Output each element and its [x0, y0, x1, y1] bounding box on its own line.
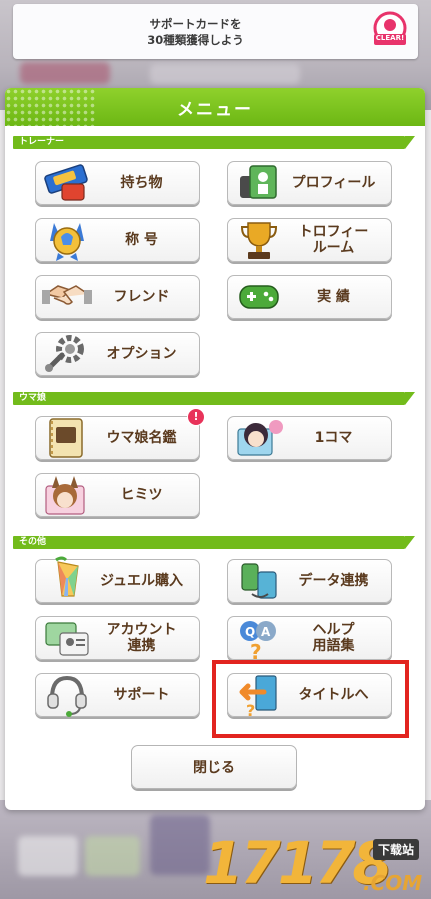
gear-icon [45, 335, 84, 372]
profile-label: プロフィール [291, 175, 376, 191]
account-link-label: アカウント 連携 [106, 622, 177, 654]
help-label: ヘルプ 用語集 [312, 622, 355, 654]
section-header-other: その他 [13, 536, 415, 549]
one-koma-button[interactable]: 1コマ [227, 416, 392, 460]
site-watermark: 17178 下载站 .COM [203, 833, 431, 899]
section-label-trainer: トレーナー [19, 137, 65, 147]
svg-text:?: ? [250, 640, 262, 661]
title-button[interactable]: 称 号 [35, 218, 200, 262]
section-label-uma: ウマ娘 [19, 393, 47, 403]
section-header-uma: ウマ娘 [13, 392, 415, 405]
options-label: オプション [106, 346, 177, 362]
profile-card-icon [240, 165, 277, 199]
one-koma-label: 1コマ [314, 430, 353, 446]
clear-badge-label: CLEAR! [375, 34, 405, 42]
help-qa-icon: Q A ? [240, 621, 276, 661]
friend-button[interactable]: フレンド [35, 275, 200, 319]
close-button[interactable]: 閉じる [131, 745, 297, 789]
handshake-icon [42, 285, 92, 305]
menu-title: メニュー [177, 100, 253, 120]
achievements-button[interactable]: 実 績 [227, 275, 392, 319]
inventory-icon [44, 164, 88, 201]
headset-icon [47, 675, 87, 717]
watermark-suffix: .COM [363, 871, 423, 895]
data-link-label: データ連携 [298, 573, 369, 589]
support-button[interactable]: サポート [35, 673, 200, 717]
account-link-button[interactable]: アカウント 連携 [35, 616, 200, 660]
watermark-number: 17178 [203, 829, 393, 897]
profile-button[interactable]: プロフィール [227, 161, 392, 205]
trophy-room-label: トロフィー ルーム [298, 224, 369, 256]
jewel-purchase-button[interactable]: ジュエル購入 [35, 556, 200, 603]
achievements-label: 実 績 [317, 289, 350, 305]
title-label: 称 号 [125, 232, 158, 248]
jewel-icon [55, 556, 79, 597]
uma-encyclopedia-button[interactable]: ウマ娘名鑑 ! [35, 408, 205, 460]
clear-badge-icon [373, 11, 407, 45]
section-label-other: その他 [19, 537, 47, 547]
background-element [18, 836, 78, 876]
inventory-button[interactable]: 持ち物 [35, 161, 200, 205]
section-header-trainer: トレーナー [13, 136, 415, 149]
gamepad-icon [239, 285, 279, 309]
trophy-icon [240, 222, 278, 259]
jewel-purchase-label: ジュエル購入 [99, 573, 184, 589]
uma-encyclopedia-label: ウマ娘名鑑 [106, 430, 177, 446]
data-link-button[interactable]: データ連携 [227, 559, 392, 603]
uma-secret-icon [45, 476, 85, 515]
secret-button[interactable]: ヒミツ [35, 473, 200, 517]
background-element [150, 815, 210, 875]
devices-link-icon [241, 563, 277, 599]
svg-text:A: A [261, 625, 271, 639]
watermark-tag: 下载站 [373, 839, 420, 860]
options-button[interactable]: オプション [35, 332, 200, 376]
highlight-annotation-box [212, 660, 409, 738]
notification-badge: ! [187, 408, 205, 426]
support-label: サポート [113, 687, 170, 703]
background-element [150, 64, 300, 84]
background-element [20, 62, 110, 84]
trophy-room-button[interactable]: トロフィー ルーム [227, 218, 392, 262]
background-element [85, 836, 140, 876]
mission-banner[interactable]: サポートカードを 30種類獲得しよう CLEAR! [13, 4, 418, 59]
mission-banner-text: サポートカードを 30種類獲得しよう [147, 17, 244, 47]
medal-icon [50, 223, 84, 261]
svg-text:Q: Q [245, 625, 255, 639]
close-label: 閉じる [193, 760, 235, 776]
friend-label: フレンド [113, 289, 170, 305]
uma-character-icon [237, 420, 283, 456]
encyclopedia-book-icon [49, 418, 83, 458]
help-button[interactable]: Q A ? ヘルプ 用語集 [227, 616, 392, 661]
inventory-label: 持ち物 [120, 175, 163, 191]
menu-header: メニュー [5, 88, 425, 126]
secret-label: ヒミツ [120, 487, 163, 503]
account-card-icon [45, 622, 89, 656]
